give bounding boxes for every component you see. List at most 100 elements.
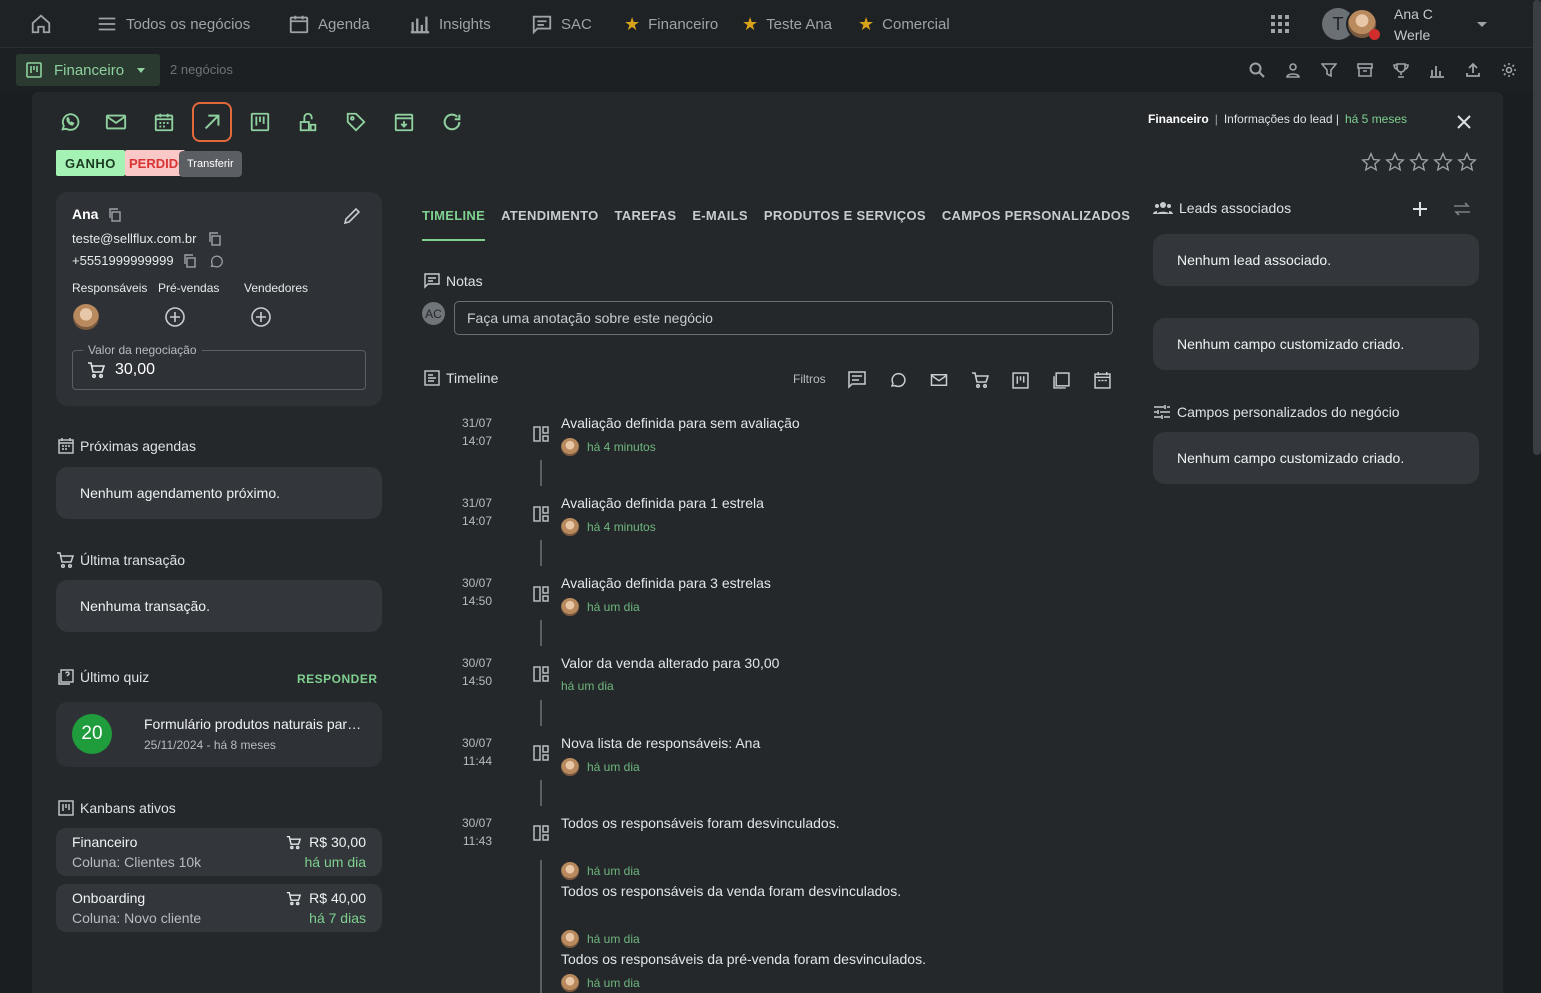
whatsapp-icon	[61, 113, 80, 131]
kanban-value: R$ 40,00	[286, 890, 366, 906]
nav-item-agenda[interactable]: Agenda	[288, 0, 370, 48]
transfer-button[interactable]	[192, 102, 232, 142]
custom-fields-empty: Nenhum campo customizado criado.	[1153, 318, 1479, 370]
apps-grid-button[interactable]	[1270, 0, 1290, 48]
event-date: 30/07	[461, 736, 492, 750]
tab-campos[interactable]: CAMPOS PERSONALIZADOS	[942, 208, 1130, 241]
nav-label: Insights	[439, 15, 491, 33]
timeline-date: 30/07 11:43	[432, 814, 492, 850]
whatsapp-button[interactable]	[58, 110, 82, 134]
kanban-button[interactable]	[248, 110, 272, 134]
filter-mail-icon[interactable]	[928, 370, 949, 390]
refresh-button[interactable]	[440, 110, 464, 134]
filter-notes-icon[interactable]	[846, 370, 867, 390]
event-ago: há um dia	[587, 864, 640, 878]
tab-produtos[interactable]: PRODUTOS E SERVIÇOS	[764, 208, 926, 241]
quiz-answer-button[interactable]: RESPONDER	[297, 672, 378, 686]
settings-gear-icon[interactable]	[1499, 60, 1519, 80]
add-vendedor-icon[interactable]	[250, 306, 272, 328]
search-icon[interactable]	[1247, 60, 1267, 80]
kanban-card-onboarding[interactable]: Onboarding Coluna: Novo cliente R$ 40,00…	[56, 884, 382, 932]
star-rating-3[interactable]	[1408, 150, 1430, 174]
filter-calendar-icon[interactable]	[1092, 370, 1113, 390]
tab-timeline[interactable]: TIMELINE	[422, 208, 486, 241]
star-icon: ★	[858, 14, 875, 34]
leads-empty: Nenhum lead associado.	[1153, 234, 1479, 286]
copy-icon[interactable]	[207, 231, 223, 247]
filter-cart-icon[interactable]	[969, 370, 990, 390]
event-ago: há um dia	[561, 679, 614, 693]
lost-tag[interactable]: PERDIDO	[125, 150, 185, 176]
user-name[interactable]: Ana C Werle	[1394, 4, 1433, 46]
responsible-avatar[interactable]	[73, 304, 99, 330]
kanban-card-financeiro[interactable]: Financeiro Coluna: Clientes 10k R$ 30,00…	[56, 828, 382, 876]
nav-item-sac[interactable]: SAC	[531, 0, 592, 48]
archive-icon[interactable]	[1355, 60, 1375, 80]
lead-name: Ana	[72, 206, 99, 222]
filter-whatsapp-icon[interactable]	[887, 370, 908, 390]
chart-icon[interactable]	[1427, 60, 1447, 80]
add-lead-icon[interactable]	[1411, 200, 1429, 218]
deal-value-label: Valor da negociação	[83, 343, 202, 357]
layout-icon	[533, 825, 549, 841]
copy-icon[interactable]	[107, 207, 123, 223]
leads-section-title: Leads associados	[1153, 200, 1291, 216]
event-text: Todos os responsáveis da pré-venda foram…	[561, 951, 926, 967]
kanbans-title: Kanbans ativos	[80, 800, 176, 816]
kanban-name: Onboarding	[72, 890, 146, 906]
filter-kanban-icon[interactable]	[1010, 370, 1031, 390]
page-scrollbar[interactable]	[1533, 0, 1541, 455]
tab-atendimento[interactable]: ATENDIMENTO	[501, 208, 598, 241]
lead-modal: GANHO PERDIDO Transferir Financeiro | Info…	[32, 92, 1503, 993]
deal-fields-empty: Nenhum campo customizado criado.	[1153, 432, 1479, 484]
upload-icon[interactable]	[1463, 60, 1483, 80]
quiz-card[interactable]: 20 Formulário produtos naturais para sua…	[56, 702, 382, 767]
schedule-button[interactable]	[152, 110, 176, 134]
email-button[interactable]	[104, 110, 128, 134]
nav-label: Financeiro	[648, 15, 719, 33]
nav-item-todos[interactable]: Todos os negócios	[96, 0, 250, 48]
event-date: 30/07	[461, 576, 492, 590]
swap-icon[interactable]	[1452, 200, 1472, 218]
unlock-button[interactable]	[296, 110, 320, 134]
deal-value: 30,00	[115, 361, 156, 378]
archive-button[interactable]	[392, 110, 416, 134]
nav-label: Todos os negócios	[126, 15, 251, 33]
nav-item-insights[interactable]: Insights	[409, 0, 491, 48]
nav-item-comercial[interactable]: ★ Comercial	[858, 0, 950, 48]
tune-icon	[1154, 405, 1170, 419]
edit-pencil-icon[interactable]	[342, 206, 362, 226]
user-menu-caret[interactable]	[1476, 0, 1488, 48]
star-rating-4[interactable]	[1432, 150, 1454, 174]
user-avatar[interactable]: T	[1322, 8, 1382, 40]
home-button[interactable]	[30, 0, 52, 48]
filter-quiz-icon[interactable]	[1051, 370, 1072, 390]
board-name: Financeiro	[54, 61, 125, 79]
note-author-avatar: AC	[422, 302, 445, 325]
filter-icon[interactable]	[1319, 60, 1339, 80]
event-text: Nova lista de responsáveis: Ana	[561, 735, 761, 751]
cart-icon	[57, 552, 74, 569]
star-rating-5[interactable]	[1456, 150, 1478, 174]
tab-emails[interactable]: E-MAILS	[692, 208, 748, 241]
trophy-icon[interactable]	[1391, 60, 1411, 80]
copy-icon[interactable]	[182, 253, 198, 269]
won-tag[interactable]: GANHO	[56, 150, 125, 176]
kanban-column: Coluna: Novo cliente	[72, 910, 202, 926]
home-icon	[31, 14, 51, 34]
whatsapp-icon[interactable]	[208, 253, 224, 269]
board-select[interactable]: Financeiro	[16, 54, 160, 86]
star-rating-2[interactable]	[1384, 150, 1406, 174]
deal-value-field[interactable]: Valor da negociação 30,00	[72, 343, 366, 390]
close-button[interactable]	[1452, 110, 1476, 134]
note-input[interactable]	[454, 301, 1113, 335]
event-meta: há um dia	[561, 930, 640, 948]
nav-item-financeiro[interactable]: ★ Financeiro	[624, 0, 718, 48]
star-rating-1[interactable]	[1360, 150, 1382, 174]
agenda-title: Próximas agendas	[80, 438, 196, 454]
user-icon[interactable]	[1283, 60, 1303, 80]
nav-item-teste-ana[interactable]: ★ Teste Ana	[742, 0, 832, 48]
tag-button[interactable]	[344, 110, 368, 134]
tab-tarefas[interactable]: TAREFAS	[615, 208, 677, 241]
add-prevenda-icon[interactable]	[164, 306, 186, 328]
